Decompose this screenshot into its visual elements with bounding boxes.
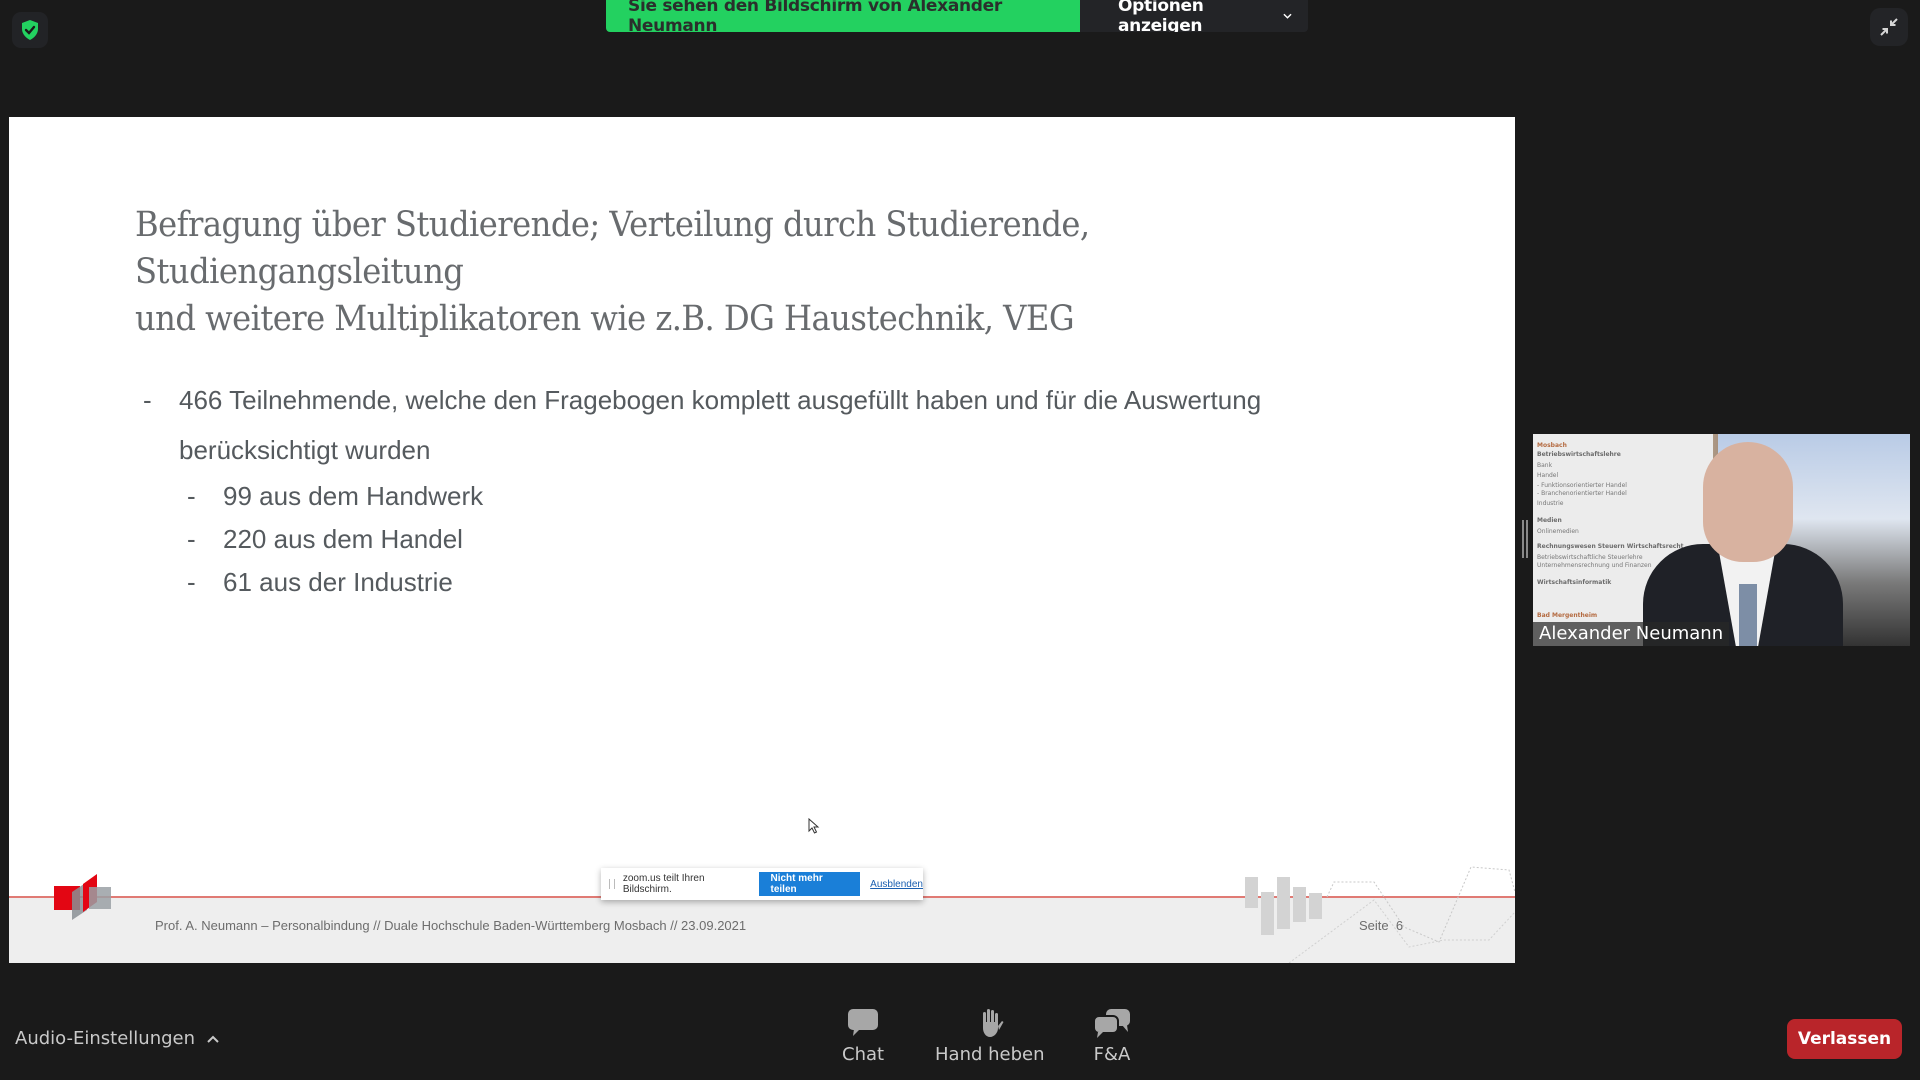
participant-video-tile[interactable]: Mosbach Betriebswirtschaftslehre Bank Ha…: [1533, 434, 1910, 646]
sub-bullet-text: 220 aus dem Handel: [223, 524, 463, 554]
page-label: Seite: [1359, 918, 1389, 933]
raise-hand-icon: [982, 1009, 1004, 1037]
slide-footer-text: Prof. A. Neumann – Personalbindung // Du…: [155, 918, 747, 933]
video-bg-text: Medien: [1537, 517, 1562, 524]
chevron-up-icon: [207, 1035, 219, 1043]
video-bg-text: Bad Mergentheim: [1537, 612, 1598, 619]
video-bg-text: - Funktionsorientierter Handel: [1537, 482, 1627, 489]
raise-hand-label: Hand heben: [935, 1044, 1045, 1065]
audio-settings-button[interactable]: Audio-Einstellungen: [15, 1028, 219, 1049]
raise-hand-button[interactable]: Hand heben: [935, 1008, 1045, 1065]
sub-bullet-text: 61 aus der Industrie: [223, 567, 453, 597]
video-bg-text: Betriebswirtschaftslehre: [1537, 451, 1621, 458]
slide-body: - 466 Teilnehmende, welche den Frageboge…: [135, 375, 1379, 604]
dhbw-logo-icon: [54, 874, 111, 920]
video-bg-text: Rechnungswesen Steuern Wirtschaftsrecht: [1537, 543, 1684, 550]
shield-check-icon: [22, 20, 38, 40]
video-bg-text: Onlinemedien: [1537, 528, 1579, 535]
chat-label: Chat: [842, 1044, 885, 1065]
decorative-chart-graphic: [1245, 866, 1515, 963]
viewing-screen-label: Sie sehen den Bildschirm von Alexander N…: [606, 0, 1080, 32]
stop-sharing-button[interactable]: Nicht mehr teilen: [758, 872, 861, 896]
security-shield-button[interactable]: [12, 12, 48, 48]
shared-screen-slide: Befragung über Studierende; Verteilung d…: [9, 117, 1515, 963]
participant-tie: [1739, 584, 1757, 646]
view-options-label: Optionen anzeigen: [1118, 0, 1204, 32]
participant-head: [1703, 442, 1793, 562]
sub-bullet: - 99 aus dem Handwerk: [135, 475, 1379, 518]
screen-share-notice: zoom.us teilt Ihren Bildschirm. Nicht me…: [601, 868, 923, 900]
sub-bullet: - 61 aus der Industrie: [135, 561, 1379, 604]
bullet-dash: -: [187, 567, 196, 597]
audio-settings-label: Audio-Einstellungen: [15, 1028, 196, 1049]
chat-button[interactable]: Chat: [842, 1008, 884, 1065]
video-bg-text: Wirtschaftsinformatik: [1537, 579, 1612, 586]
leave-meeting-button[interactable]: Verlassen: [1787, 1019, 1902, 1059]
participant-name-label: Alexander Neumann: [1533, 622, 1730, 646]
bullet-main-line-1: 466 Teilnehmende, welche den Fragebogen …: [179, 385, 1262, 415]
video-bg-text: Industrie: [1537, 500, 1564, 507]
qa-label: F&A: [1093, 1044, 1131, 1065]
sub-bullet-text: 99 aus dem Handwerk: [223, 481, 484, 511]
share-notice-text: zoom.us teilt Ihren Bildschirm.: [622, 873, 705, 895]
mouse-cursor-icon: [808, 818, 820, 834]
bullet-dash: -: [187, 481, 196, 511]
video-bg-text: - Branchenorientierter Handel: [1537, 490, 1627, 497]
exit-fullscreen-button[interactable]: [1870, 8, 1908, 46]
drag-grip-icon[interactable]: [609, 879, 615, 889]
qa-bubbles-icon: [1093, 1009, 1130, 1038]
bullet-main: - 466 Teilnehmende, welche den Frageboge…: [135, 375, 1379, 425]
hide-notice-link[interactable]: Ausblenden: [870, 879, 923, 890]
video-bg-text: Unternehmensrechnung und Finanzen: [1537, 562, 1652, 569]
screen-share-banner: Sie sehen den Bildschirm von Alexander N…: [606, 0, 1308, 32]
video-bg-text: Handel: [1537, 472, 1559, 479]
video-bg-text: Mosbach: [1537, 442, 1567, 449]
compress-arrows-icon: [1880, 18, 1898, 36]
bullet-dash: -: [187, 524, 196, 554]
bullet-main-line-2: berücksichtigt wurden: [179, 435, 431, 465]
video-bg-text: Betriebswirtschaftliche Steuerlehre: [1537, 554, 1643, 561]
bullet-dash: -: [143, 385, 152, 415]
slide-page-number: Seite 6: [1359, 918, 1403, 933]
qa-button[interactable]: F&A: [1093, 1008, 1131, 1065]
slide-title-line-1: Befragung über Studierende; Verteilung d…: [135, 205, 1090, 292]
slide-title: Befragung über Studierende; Verteilung d…: [135, 202, 1331, 343]
slide-title-line-2: und weitere Multiplikatoren wie z.B. DG …: [135, 299, 1075, 339]
video-bg-text: Bank: [1537, 462, 1553, 469]
chat-bubble-icon: [848, 1009, 879, 1036]
view-options-button[interactable]: Optionen anzeigen: [1080, 0, 1308, 32]
sub-bullet: - 220 aus dem Handel: [135, 518, 1379, 561]
bullet-main-continued: berücksichtigt wurden: [135, 425, 1379, 475]
page-number: 6: [1395, 918, 1404, 933]
video-panel-resize-handle[interactable]: [1522, 520, 1528, 558]
chevron-down-icon: [1283, 13, 1292, 19]
